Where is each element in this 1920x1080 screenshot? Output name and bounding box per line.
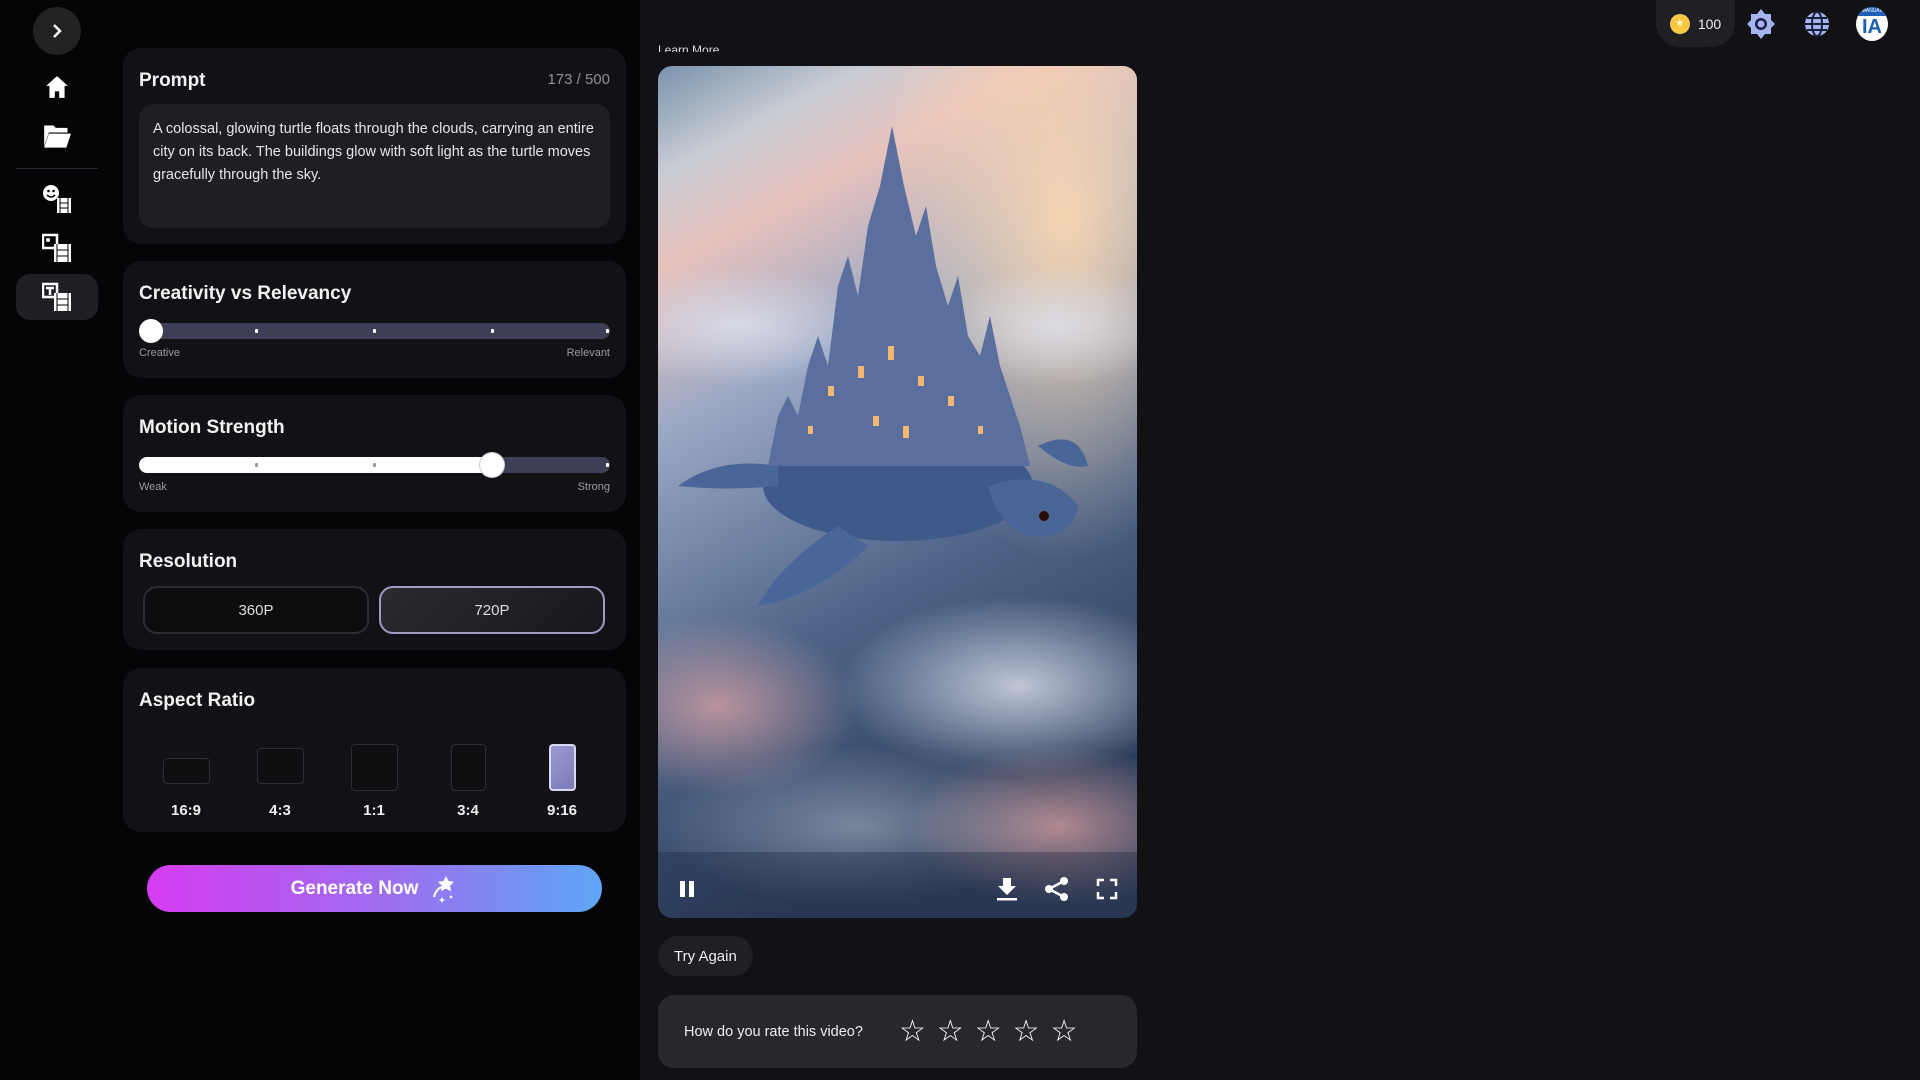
motion-min-label: Weak [139, 481, 167, 493]
resolution-title: Resolution [139, 551, 238, 572]
credits-count: 100 [1697, 15, 1722, 32]
share-icon [1045, 877, 1068, 901]
creativity-min-label: Creative [139, 347, 180, 359]
motion-slider[interactable] [139, 453, 610, 477]
globe-icon [1805, 11, 1829, 37]
sidebar-item-projects[interactable] [41, 120, 73, 152]
creativity-max-label: Relevant [566, 347, 610, 359]
video-frame-image [658, 66, 1137, 918]
rating-box: How do you rate this video? ☆ ☆ ☆ ☆ ☆ [658, 995, 1137, 1068]
folder-open-icon [44, 125, 71, 148]
resolution-360p-button[interactable]: 360P [143, 586, 369, 634]
fullscreen-icon [1096, 878, 1118, 900]
download-button[interactable] [992, 874, 1022, 904]
video-player[interactable] [658, 66, 1137, 918]
prompt-textarea[interactable]: A colossal, glowing turtle floats throug… [139, 104, 610, 228]
learn-more-link[interactable]: Learn More [658, 40, 719, 52]
credits-badge[interactable]: ★ 100 [1656, 0, 1735, 47]
resolution-panel: Resolution 360P 720P [123, 529, 626, 650]
sidebar-item-character-video[interactable] [41, 183, 73, 215]
aspect-4-3-option[interactable]: 4:3 [233, 746, 327, 819]
creativity-slider[interactable] [139, 319, 610, 343]
aspect-16-9-option[interactable]: 16:9 [139, 746, 233, 819]
aspect-3-4-option[interactable]: 3:4 [421, 744, 515, 819]
star-1-icon[interactable]: ☆ [899, 1016, 926, 1047]
sidebar-item-home[interactable] [41, 71, 73, 103]
fullscreen-button[interactable] [1092, 874, 1122, 904]
star-5-icon[interactable]: ☆ [1051, 1016, 1078, 1047]
resolution-720p-button[interactable]: 720P [379, 586, 605, 634]
try-again-button[interactable]: Try Again [658, 936, 753, 976]
settings-button[interactable] [1746, 8, 1776, 40]
star-4-icon[interactable]: ☆ [1013, 1016, 1040, 1047]
text-film-icon [41, 281, 73, 313]
generate-now-button[interactable]: Generate Now [147, 865, 602, 912]
prompt-char-counter: 173 / 500 [547, 71, 610, 88]
sparkle-star-icon [433, 875, 455, 903]
pause-button[interactable] [672, 874, 702, 904]
creativity-panel: Creativity vs Relevancy Creative Relevan… [123, 261, 626, 378]
sidebar-divider [16, 168, 98, 169]
gear-icon [1747, 9, 1775, 39]
motion-title: Motion Strength [139, 417, 285, 438]
download-icon [997, 878, 1017, 901]
star-2-icon[interactable]: ☆ [937, 1016, 964, 1047]
creativity-slider-thumb[interactable] [139, 319, 163, 343]
creativity-title: Creativity vs Relevancy [139, 283, 352, 304]
language-button[interactable] [1802, 8, 1832, 40]
face-film-icon [43, 185, 71, 213]
sidebar-expand-button[interactable] [33, 7, 81, 55]
pause-icon [680, 881, 694, 897]
brand-logo: MANUAL IA [1856, 7, 1888, 41]
aspect-1-1-option[interactable]: 1:1 [327, 744, 421, 819]
coin-icon: ★ [1669, 13, 1690, 34]
aspect-ratio-title: Aspect Ratio [139, 690, 256, 711]
rating-prompt: How do you rate this video? [684, 1023, 863, 1040]
prompt-title: Prompt [139, 70, 206, 91]
main-area: Learn More Try Again How do you rate thi… [640, 0, 1920, 1080]
star-3-icon[interactable]: ☆ [975, 1016, 1002, 1047]
sidebar-item-image-video[interactable] [41, 232, 73, 264]
aspect-9-16-option[interactable]: 9:16 [515, 744, 609, 819]
generate-now-label: Generate Now [290, 877, 419, 899]
motion-panel: Motion Strength Weak Strong [123, 395, 626, 512]
motion-max-label: Strong [577, 481, 610, 493]
home-icon [46, 76, 68, 98]
prompt-panel: Prompt 173 / 500 A colossal, glowing tur… [123, 48, 626, 244]
motion-slider-thumb[interactable] [480, 453, 505, 477]
image-film-icon [42, 233, 71, 262]
aspect-ratio-panel: Aspect Ratio 16:9 4:3 1:1 3:4 9:16 [123, 668, 626, 832]
chevron-right-icon [53, 24, 62, 38]
share-button[interactable] [1042, 874, 1072, 904]
